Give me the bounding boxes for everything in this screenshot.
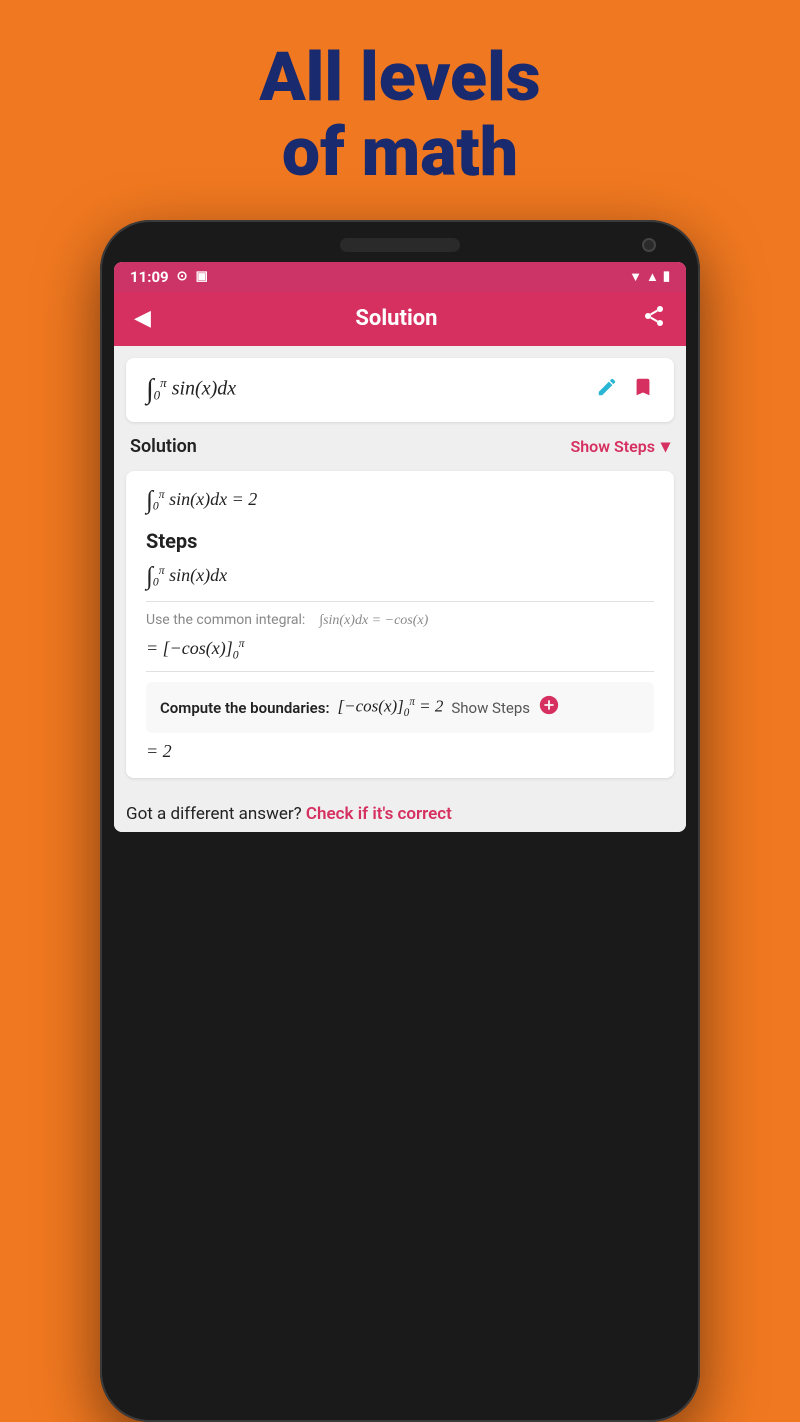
show-steps-button[interactable]: Show Steps ▾ <box>570 436 670 457</box>
check-correct-link[interactable]: Check if it's correct <box>306 804 452 824</box>
solution-label: Solution <box>130 436 197 457</box>
phone-speaker <box>340 238 460 252</box>
edit-icon[interactable] <box>596 376 618 404</box>
page-headline: All levels of math <box>0 40 800 190</box>
phone-screen: 11:09 ⊙ ▣ ▼ ▲ ▮ ◀ Solution <box>114 262 686 833</box>
bottom-static-text: Got a different answer? <box>126 804 302 824</box>
steps-heading: Steps <box>146 529 654 553</box>
boundary-label: Compute the boundaries: <box>160 699 330 717</box>
chevron-down-icon: ▾ <box>661 436 670 457</box>
hint-formula: ∫sin(x)dx = −cos(x) <box>319 613 428 628</box>
status-right: ▼ ▲ ▮ <box>629 269 670 285</box>
formula-card: ∫0π sin(x)dx <box>126 358 674 422</box>
headline-line1: All levels <box>259 37 540 117</box>
status-time: 11:09 <box>130 268 169 286</box>
app-header: ◀ Solution <box>114 292 686 346</box>
plus-circle-icon[interactable] <box>538 694 560 721</box>
solution-header-row: Solution Show Steps ▾ <box>126 432 674 461</box>
hint-line: Use the common integral: ∫sin(x)dx = −co… <box>146 612 654 629</box>
wifi-icon: ▼ <box>629 269 642 285</box>
divider-2 <box>146 671 654 672</box>
formula-actions <box>596 376 654 404</box>
solution-card: ∫0π sin(x)dx = 2 Steps ∫0π sin(x)dx Use … <box>126 471 674 779</box>
result-line: = 2 <box>146 741 654 762</box>
show-steps-inline-label[interactable]: Show Steps <box>451 699 530 717</box>
bottom-text: Got a different answer? Check if it's co… <box>126 804 452 824</box>
integral-line: ∫0π sin(x)dx <box>146 563 654 591</box>
boundary-expr: [−cos(x)]0π = 2 <box>338 696 444 719</box>
hint-prefix: Use the common integral: <box>146 612 305 628</box>
status-icon-at: ⊙ <box>177 269 188 284</box>
share-button[interactable] <box>642 304 666 334</box>
status-icon-sim: ▣ <box>196 269 208 284</box>
battery-icon: ▮ <box>663 269 670 284</box>
boundary-box: Compute the boundaries: [−cos(x)]0π = 2 … <box>146 682 654 733</box>
show-steps-label: Show Steps <box>570 437 655 456</box>
phone-wrapper: 11:09 ⊙ ▣ ▼ ▲ ▮ ◀ Solution <box>80 220 720 1422</box>
phone-top-bar <box>114 238 686 252</box>
headline-line2: of math <box>282 112 518 192</box>
answer-line: ∫0π sin(x)dx = 2 <box>146 487 654 515</box>
eval-line: = [−cos(x)]0π <box>146 637 654 662</box>
bookmark-icon[interactable] <box>632 376 654 404</box>
phone-device: 11:09 ⊙ ▣ ▼ ▲ ▮ ◀ Solution <box>100 220 700 1422</box>
status-bar: 11:09 ⊙ ▣ ▼ ▲ ▮ <box>114 262 686 292</box>
divider-1 <box>146 601 654 602</box>
phone-camera <box>642 238 656 252</box>
status-left: 11:09 ⊙ ▣ <box>130 268 208 286</box>
back-button[interactable]: ◀ <box>134 306 151 331</box>
bottom-text-area: Got a different answer? Check if it's co… <box>114 790 686 832</box>
content-area: ∫0π sin(x)dx <box>114 346 686 791</box>
signal-icon: ▲ <box>646 269 659 285</box>
header-title: Solution <box>355 306 437 331</box>
formula-display: ∫0π sin(x)dx <box>146 374 236 406</box>
